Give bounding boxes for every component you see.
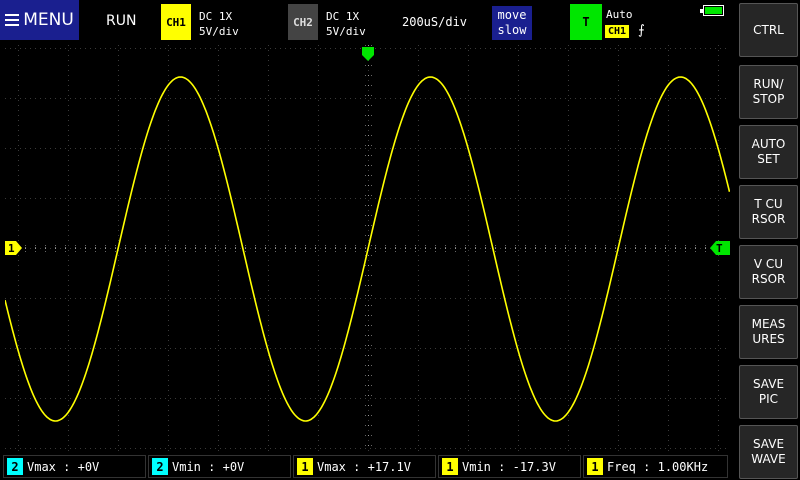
channel-badge: 2 [7,458,23,475]
channel-badge: 1 [442,458,458,475]
ch1-coupling: DC 1X [199,10,233,23]
measurement-separator: : [490,459,513,474]
ch2-tag[interactable]: CH2 [288,4,318,40]
ch1-ground-marker[interactable]: 1 [5,241,22,255]
trigger-mode[interactable]: Auto [606,8,633,21]
menu-button[interactable]: MENU [0,0,79,40]
trigger-level-marker[interactable]: T [710,241,730,255]
measurement-ch2-vmin[interactable]: 2 Vmin : +0V [148,455,291,478]
measurement-value: +17.1V [367,459,411,474]
timebase[interactable]: 200uS/div [402,15,467,29]
ch1-settings[interactable]: DC 1X 5V/div [199,9,239,39]
ch1-scale: 5V/div [199,25,239,38]
trigger-source[interactable]: CH1 [605,25,630,38]
measurement-ch1-vmax[interactable]: 1 Vmax : +17.1V [293,455,436,478]
menu-label: MENU [23,10,74,30]
rising-edge-icon: ⨍ [638,23,645,38]
measurement-separator: : [55,459,78,474]
ctrl-button[interactable]: CTRL [739,3,798,57]
measurement-label: Vmax [317,459,346,474]
trigger-tag[interactable]: T [570,4,602,40]
channel-badge: 1 [587,458,603,475]
measurement-label: Vmin [172,459,201,474]
t-cursor-button[interactable]: T CU RSOR [739,185,798,239]
measurement-value: +0V [222,459,245,474]
ch1-marker-label: 1 [8,242,15,255]
run-status: RUN [106,13,137,29]
ch2-settings[interactable]: DC 1X 5V/div [326,9,366,39]
hamburger-icon [5,14,20,26]
move-speed-label: slow [497,23,527,37]
measurement-ch1-vmin[interactable]: 1 Vmin : -17.3V [438,455,581,478]
measures-button[interactable]: MEAS URES [739,305,798,359]
move-label: move [497,8,527,22]
ch2-coupling: DC 1X [326,10,360,23]
channel-badge: 1 [297,458,313,475]
measurement-separator: : [200,459,223,474]
ch1-tag[interactable]: CH1 [161,4,191,40]
time-position-marker[interactable] [362,47,374,61]
ch2-scale: 5V/div [326,25,366,38]
scope-screen[interactable]: 1 T [5,45,730,455]
measurement-value: 1.00KHz [657,459,709,474]
measurement-separator: : [635,459,658,474]
battery-icon [700,5,724,16]
measurement-label: Vmax [27,459,56,474]
measurement-label: Freq [607,459,636,474]
move-speed-button[interactable]: move slow [492,6,532,40]
measurement-label: Vmin [462,459,491,474]
run-stop-button[interactable]: RUN/ STOP [739,65,798,119]
save-wave-button[interactable]: SAVE WAVE [739,425,798,479]
auto-set-button[interactable]: AUTO SET [739,125,798,179]
measurement-ch2-vmax[interactable]: 2 Vmax : +0V [3,455,146,478]
measurement-value: -17.3V [512,459,556,474]
measurement-separator: : [345,459,368,474]
save-pic-button[interactable]: SAVE PIC [739,365,798,419]
channel-badge: 2 [152,458,168,475]
measurement-value: +0V [77,459,100,474]
trigger-marker-label: T [716,242,723,255]
v-cursor-button[interactable]: V CU RSOR [739,245,798,299]
measurement-ch1-freq[interactable]: 1 Freq : 1.00KHz [583,455,728,478]
